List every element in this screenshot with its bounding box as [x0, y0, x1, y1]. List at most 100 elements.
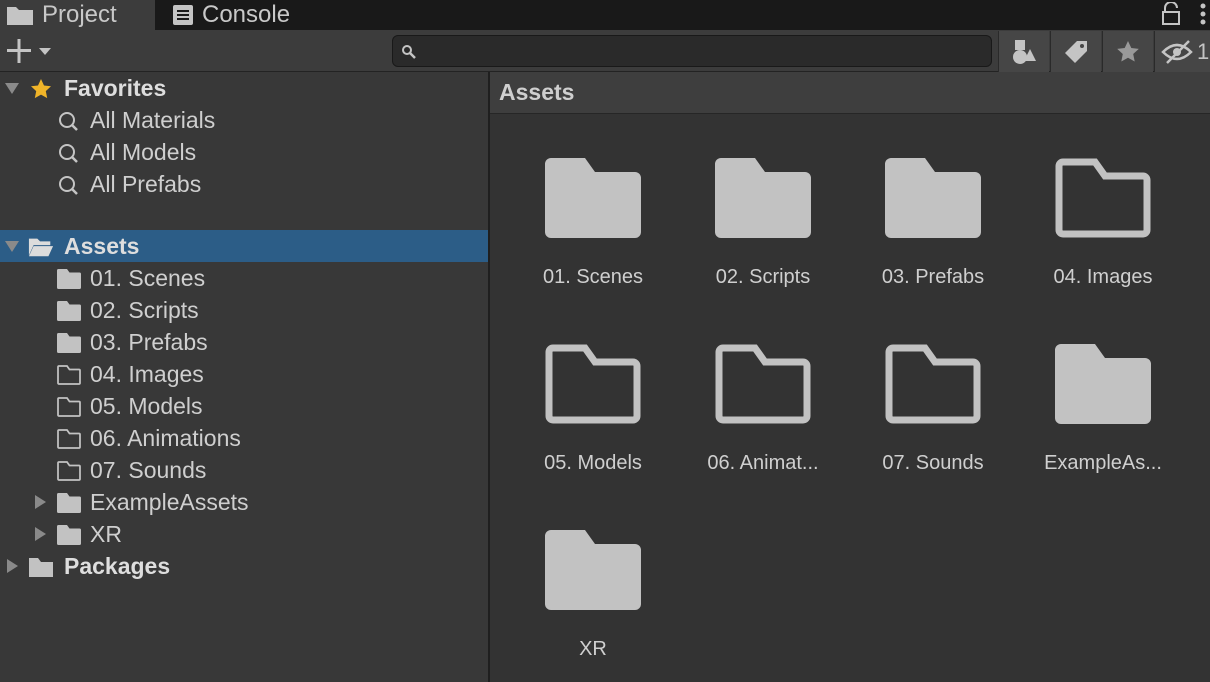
folder-icon	[56, 300, 82, 322]
hidden-packages-toggle[interactable]: 1	[1154, 31, 1210, 72]
folder-icon	[56, 524, 82, 546]
plus-icon	[7, 39, 51, 63]
collapsed-arrow-icon[interactable]	[32, 526, 48, 542]
grid-item-label: 05. Models	[544, 452, 642, 474]
toolbar: 1	[0, 30, 1210, 72]
open-folder-icon	[28, 236, 54, 258]
create-button[interactable]	[6, 38, 58, 64]
empty-folder-icon	[56, 364, 82, 386]
tree-item-label: All Materials	[90, 107, 216, 133]
empty-folder-icon	[545, 344, 641, 424]
tree-item-07-sounds[interactable]: 07. Sounds	[0, 454, 488, 486]
grid-item-03-prefabs[interactable]: 03. Prefabs	[858, 158, 1008, 328]
tree-item-02-scripts[interactable]: 02. Scripts	[0, 294, 488, 326]
collapsed-arrow-icon[interactable]	[4, 558, 20, 574]
search-field[interactable]	[392, 35, 992, 67]
grid-item-label: 03. Prefabs	[881, 266, 985, 288]
grid-item-02-scripts[interactable]: 02. Scripts	[688, 158, 838, 328]
folder-icon	[885, 158, 981, 238]
tree-item-label: 03. Prefabs	[90, 329, 208, 355]
grid-item-label: 04. Images	[1053, 266, 1153, 288]
collapsed-arrow-icon[interactable]	[32, 494, 48, 510]
grid-item-04-images[interactable]: 04. Images	[1028, 158, 1178, 328]
folder-icon	[1055, 344, 1151, 424]
shapes-icon	[1013, 39, 1036, 64]
kebab-menu-icon[interactable]	[1198, 0, 1208, 28]
tree-item-01-scenes[interactable]: 01. Scenes	[0, 262, 488, 294]
tag-icon	[1065, 40, 1087, 63]
empty-folder-icon	[56, 396, 82, 418]
tree-item-all-models[interactable]: All Models	[0, 136, 488, 168]
asset-grid: Assets 01. Scenes 02. Scripts 03. Prefabs 0…	[490, 72, 1210, 682]
tree-item-all-prefabs[interactable]: All Prefabs	[0, 168, 488, 200]
empty-folder-icon	[56, 428, 82, 450]
grid-item-label: ExampleAs...	[1044, 452, 1162, 474]
tree-item-label: 05. Models	[90, 393, 203, 419]
project-tree: Favorites All Materials All Models All P…	[0, 72, 488, 682]
tab-bar: Project Console	[0, 0, 1210, 30]
grid-item-05-models[interactable]: 05. Models	[518, 344, 668, 514]
grid-item-label: 01. Scenes	[542, 266, 644, 288]
tree-item-label: 06. Animations	[90, 425, 241, 451]
tree-item-label: 07. Sounds	[90, 457, 207, 483]
folder-icon	[28, 556, 54, 578]
lock-icon[interactable]	[1160, 0, 1182, 28]
empty-folder-icon	[885, 344, 981, 424]
tree-item-label: Assets	[64, 233, 140, 259]
filter-by-label-button[interactable]	[1050, 31, 1101, 72]
folder-icon	[56, 268, 82, 290]
tree-item-label: Packages	[64, 553, 171, 579]
filter-by-type-button[interactable]	[998, 31, 1049, 72]
grid-item-07-sounds[interactable]: 07. Sounds	[858, 344, 1008, 514]
tree-item-all-materials[interactable]: All Materials	[0, 104, 488, 136]
hidden-count: 1	[1197, 38, 1210, 64]
tab-label: Console	[202, 1, 291, 28]
search-icon	[56, 110, 82, 132]
search-icon	[56, 142, 82, 164]
tree-item-favorites[interactable]: Favorites	[0, 72, 488, 104]
grid-item-label: XR	[579, 638, 607, 660]
star-icon	[1117, 40, 1139, 61]
tab-label: Project	[42, 1, 117, 28]
tree-item-label: XR	[90, 521, 122, 547]
folder-icon	[715, 158, 811, 238]
grid-item-exampleas[interactable]: ExampleAs...	[1028, 344, 1178, 514]
tab-project[interactable]: Project	[0, 0, 155, 30]
tree-item-xr[interactable]: XR	[0, 518, 488, 550]
expanded-arrow-icon[interactable]	[4, 80, 20, 96]
search-input[interactable]	[423, 38, 983, 64]
breadcrumb-assets[interactable]: Assets	[499, 79, 574, 106]
search-icon	[401, 44, 417, 65]
star-icon	[28, 78, 54, 100]
folder-icon	[6, 4, 34, 26]
tree-item-05-models[interactable]: 05. Models	[0, 390, 488, 422]
folder-icon	[56, 492, 82, 514]
tree-item-label: All Models	[90, 139, 197, 165]
tree-item-03-prefabs[interactable]: 03. Prefabs	[0, 326, 488, 358]
grid-item-label: 07. Sounds	[882, 452, 984, 474]
tree-item-packages[interactable]: Packages	[0, 550, 488, 582]
grid-item-06-animat[interactable]: 06. Animat...	[688, 344, 838, 514]
tree-item-04-images[interactable]: 04. Images	[0, 358, 488, 390]
search-icon	[56, 174, 82, 196]
empty-folder-icon	[56, 460, 82, 482]
tab-console[interactable]: Console	[172, 0, 290, 30]
grid-item-xr[interactable]: XR	[518, 530, 668, 682]
grid-item-label: 06. Animat...	[707, 452, 819, 474]
tree-item-label: All Prefabs	[90, 171, 202, 197]
tree-item-label: 02. Scripts	[90, 297, 199, 323]
expanded-arrow-icon[interactable]	[4, 238, 20, 254]
tree-item-06-animations[interactable]: 06. Animations	[0, 422, 488, 454]
folder-icon	[545, 158, 641, 238]
tree-item-label: ExampleAssets	[90, 489, 249, 515]
folder-icon	[545, 530, 641, 610]
eye-hidden-icon	[1161, 39, 1193, 64]
save-search-button[interactable]	[1102, 31, 1153, 72]
console-icon	[172, 4, 194, 26]
tree-item-assets[interactable]: Assets	[0, 230, 488, 262]
grid-item-label: 02. Scripts	[715, 266, 811, 288]
folder-icon	[56, 332, 82, 354]
grid-item-01-scenes[interactable]: 01. Scenes	[518, 158, 668, 328]
tree-item-label: 04. Images	[90, 361, 204, 387]
tree-item-exampleassets[interactable]: ExampleAssets	[0, 486, 488, 518]
